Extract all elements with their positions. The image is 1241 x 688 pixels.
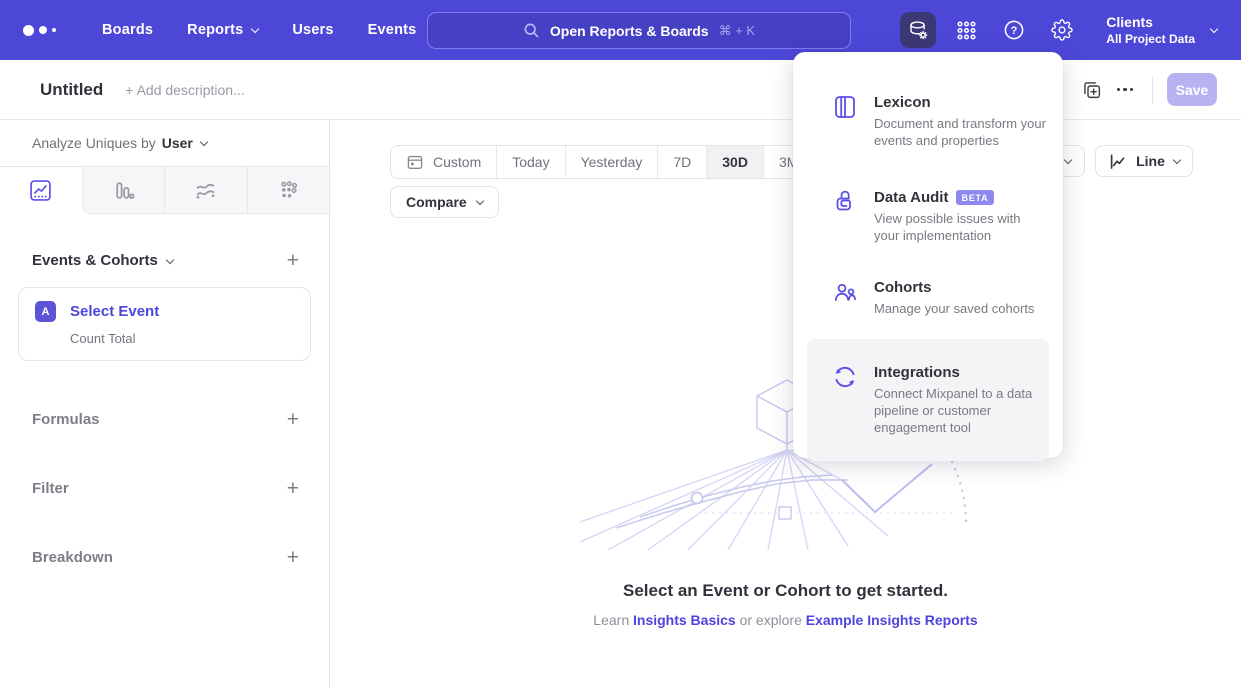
mixpanel-logo-icon[interactable] xyxy=(23,25,63,36)
search-shortcut: ⌘ + K xyxy=(719,23,756,39)
nav-item-reports[interactable]: Reports xyxy=(170,12,275,48)
event-measure-dropdown[interactable]: Count Total xyxy=(70,331,294,346)
help-icon: ? xyxy=(1003,19,1025,41)
line-chart-icon xyxy=(29,179,52,202)
event-series-badge: A xyxy=(35,301,56,322)
beta-badge: BETA xyxy=(956,190,993,205)
date-range-30d[interactable]: 30D xyxy=(706,146,763,178)
project-switcher[interactable]: Clients All Project Data xyxy=(1106,14,1217,46)
settings-button[interactable] xyxy=(1044,12,1080,48)
tab-bar-chart[interactable] xyxy=(82,167,165,214)
menu-item-lexicon[interactable]: Lexicon Document and transform your even… xyxy=(807,94,1049,149)
top-navbar: Boards Reports Users Events Open Reports… xyxy=(0,0,1241,60)
breakdown-section: Breakdown + xyxy=(0,547,329,568)
report-title[interactable]: Untitled xyxy=(40,80,103,100)
menu-item-cohorts[interactable]: Cohorts Manage your saved cohorts xyxy=(807,279,1049,317)
global-search-input[interactable]: Open Reports & Boards ⌘ + K xyxy=(427,12,851,49)
chart-type-tabs xyxy=(0,166,329,214)
divider xyxy=(1152,76,1153,104)
lexicon-book-icon xyxy=(832,94,858,149)
events-cohorts-header: Events & Cohorts + xyxy=(0,250,329,271)
chevron-down-icon xyxy=(1064,155,1072,163)
add-filter-button[interactable]: + xyxy=(287,478,299,499)
data-audit-icon xyxy=(832,189,858,244)
chart-area: Custom Today Yesterday 7D 30D 3M 6M Comp… xyxy=(330,120,1241,688)
ellipsis-icon xyxy=(1117,88,1134,92)
cohorts-people-icon xyxy=(832,279,858,317)
query-builder-sidebar: Analyze Uniques by User xyxy=(0,120,330,688)
empty-state-subtext: Learn Insights Basics or explore Example… xyxy=(330,612,1241,628)
tab-line-chart[interactable] xyxy=(0,167,82,214)
insights-basics-link[interactable]: Insights Basics xyxy=(633,612,736,628)
data-management-button[interactable] xyxy=(900,12,936,48)
more-options-button[interactable] xyxy=(1108,73,1142,107)
nav-links: Boards Reports Users Events xyxy=(85,12,433,48)
empty-state-heading: Select an Event or Cohort to get started… xyxy=(330,581,1241,601)
tab-flow-chart[interactable] xyxy=(164,167,247,214)
add-breakdown-button[interactable]: + xyxy=(287,547,299,568)
help-button[interactable]: ? xyxy=(996,12,1032,48)
nav-item-boards[interactable]: Boards xyxy=(85,12,170,48)
menu-item-integrations[interactable]: Integrations Connect Mixpanel to a data … xyxy=(807,339,1049,461)
project-name: All Project Data xyxy=(1106,32,1195,46)
nav-item-users[interactable]: Users xyxy=(275,12,350,48)
integrations-sync-icon xyxy=(832,364,858,436)
formulas-section: Formulas + xyxy=(0,409,329,430)
date-range-today[interactable]: Today xyxy=(496,146,564,178)
dots-grid-icon xyxy=(277,179,300,202)
formulas-label: Formulas xyxy=(32,411,100,428)
search-icon xyxy=(523,22,540,39)
analyze-by-dropdown[interactable]: User xyxy=(162,135,207,151)
bar-chart-icon xyxy=(112,179,135,202)
chart-type-dropdown[interactable]: Line xyxy=(1095,145,1193,177)
add-formula-button[interactable]: + xyxy=(287,409,299,430)
data-management-menu: Lexicon Document and transform your even… xyxy=(793,52,1063,458)
chevron-down-icon xyxy=(166,256,174,264)
nav-item-events[interactable]: Events xyxy=(351,12,434,48)
add-event-button[interactable]: + xyxy=(287,250,299,271)
chevron-down-icon xyxy=(1210,24,1218,32)
example-insights-reports-link[interactable]: Example Insights Reports xyxy=(806,612,978,628)
filter-section: Filter + xyxy=(0,478,329,499)
apps-grid-icon xyxy=(956,20,977,41)
apps-grid-button[interactable] xyxy=(948,12,984,48)
description-placeholder[interactable]: + Add description... xyxy=(125,82,244,98)
chevron-down-icon xyxy=(475,196,483,204)
database-gear-icon xyxy=(907,19,930,42)
chevron-down-icon xyxy=(1173,155,1181,163)
line-chart-icon xyxy=(1108,152,1127,171)
date-range-7d[interactable]: 7D xyxy=(657,146,706,178)
tab-metrics-grid[interactable] xyxy=(247,167,330,214)
events-cohorts-dropdown[interactable]: Events & Cohorts xyxy=(32,252,173,269)
navbar-right: ? Clients All Project Data xyxy=(900,0,1241,60)
analyze-label: Analyze Uniques by xyxy=(32,135,156,151)
filter-label: Filter xyxy=(32,480,69,497)
flow-waves-icon xyxy=(194,179,217,202)
org-name: Clients xyxy=(1106,14,1195,30)
calendar-icon xyxy=(406,153,424,171)
search-placeholder: Open Reports & Boards xyxy=(550,23,709,39)
breakdown-label: Breakdown xyxy=(32,549,113,566)
select-event-button[interactable]: Select Event xyxy=(70,303,159,320)
duplicate-report-button[interactable] xyxy=(1074,73,1108,107)
chevron-down-icon xyxy=(200,137,208,145)
date-range-custom[interactable]: Custom xyxy=(391,146,496,178)
date-range-yesterday[interactable]: Yesterday xyxy=(565,146,658,178)
chevron-down-icon xyxy=(251,24,259,32)
duplicate-icon xyxy=(1081,79,1102,100)
menu-item-data-audit[interactable]: Data Audit BETA View possible issues wit… xyxy=(807,189,1049,244)
svg-text:?: ? xyxy=(1011,25,1018,37)
gear-icon xyxy=(1051,19,1073,41)
compare-dropdown[interactable]: Compare xyxy=(390,186,499,218)
event-card[interactable]: A Select Event Count Total xyxy=(18,287,311,361)
save-button[interactable]: Save xyxy=(1167,73,1217,106)
analyze-row: Analyze Uniques by User xyxy=(0,120,329,166)
